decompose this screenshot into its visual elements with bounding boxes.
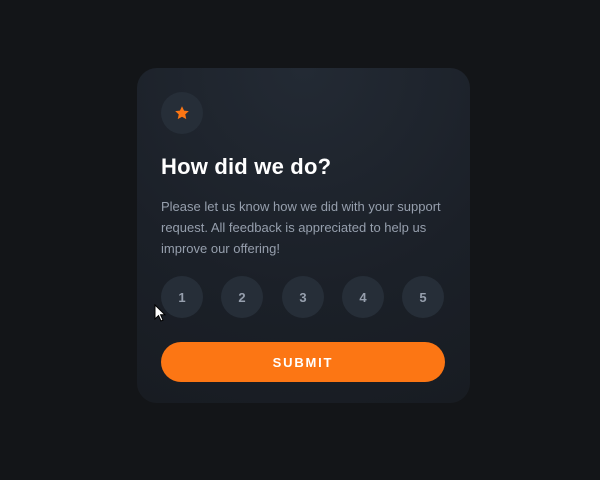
rating-button-3[interactable]: 3 [282, 276, 324, 318]
card-description: Please let us know how we did with your … [161, 199, 441, 256]
rating-button-5[interactable]: 5 [402, 276, 444, 318]
card-title: How did we do? [161, 154, 332, 179]
rating-options: 1 2 3 4 5 [161, 276, 446, 318]
star-badge [161, 92, 203, 134]
mouse-pointer-icon [154, 304, 166, 322]
page-stage: How did we do? Please let us know how we… [0, 0, 600, 480]
rating-card: How did we do? Please let us know how we… [137, 68, 470, 403]
submit-button[interactable]: SUBMIT [161, 342, 445, 382]
star-icon [175, 106, 189, 120]
rating-button-1[interactable]: 1 [161, 276, 203, 318]
rating-button-2[interactable]: 2 [221, 276, 263, 318]
rating-button-4[interactable]: 4 [342, 276, 384, 318]
